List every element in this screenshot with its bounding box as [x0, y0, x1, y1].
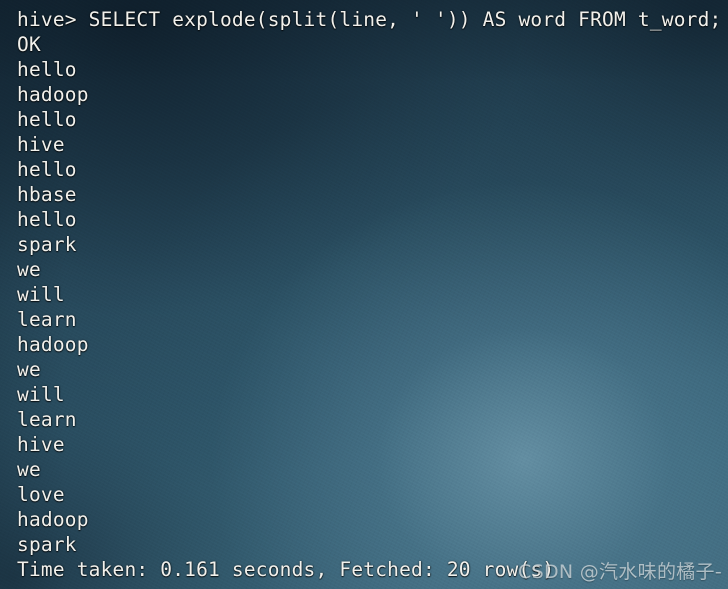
- console-line-result: hadoop: [17, 508, 89, 531]
- console-line-result: will: [17, 383, 65, 406]
- console-line-result: spark: [17, 233, 77, 256]
- console-line-result: spark: [17, 533, 77, 556]
- console-line-result: we: [17, 258, 41, 281]
- console-line-result: learn: [17, 308, 77, 331]
- console-line-summary: Time taken: 0.161 seconds, Fetched: 20 r…: [17, 558, 555, 581]
- console-line-query: hive> SELECT explode(split(line, ' ')) A…: [17, 8, 722, 31]
- console-line-result: hello: [17, 58, 77, 81]
- console-line-result: hive: [17, 133, 65, 156]
- console-line-result: hive: [17, 433, 65, 456]
- console-line-result: hello: [17, 108, 77, 131]
- terminal-window[interactable]: hive> SELECT explode(split(line, ' ')) A…: [0, 0, 728, 589]
- console-line-result: hadoop: [17, 83, 89, 106]
- console-line-result: we: [17, 358, 41, 381]
- console-line-result: we: [17, 458, 41, 481]
- console-line-result: hello: [17, 208, 77, 231]
- console-line-result: will: [17, 283, 65, 306]
- console-line-result: hadoop: [17, 333, 89, 356]
- console-line-result: learn: [17, 408, 77, 431]
- console-line-result: hello: [17, 158, 77, 181]
- console-line-result: hbase: [17, 183, 77, 206]
- console-line-status-ok: OK: [17, 33, 41, 56]
- console-output[interactable]: hive> SELECT explode(split(line, ' ')) A…: [0, 0, 728, 582]
- console-line-result: love: [17, 483, 65, 506]
